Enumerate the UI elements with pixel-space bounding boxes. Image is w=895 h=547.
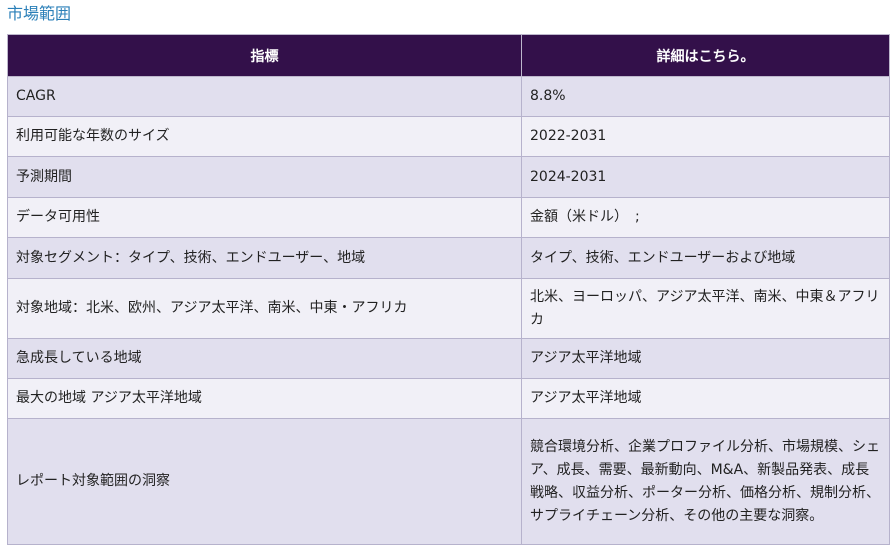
- detail-cell: 2024-2031: [521, 156, 890, 198]
- detail-cell: 競合環境分析、企業プロファイル分析、市場規模、シェア、成長、需要、最新動向、M&…: [521, 418, 890, 545]
- detail-cell: タイプ、技術、エンドユーザーおよび地域: [521, 237, 890, 279]
- detail-cell: 8.8%: [521, 76, 890, 117]
- table-row: 対象セグメント：タイプ、技術、エンドユーザー、地域 タイプ、技術、エンドユーザー…: [7, 237, 890, 279]
- detail-cell: 北米、ヨーロッパ、アジア太平洋、南米、中東＆アフリカ: [521, 278, 890, 339]
- metric-cell: 利用可能な年数のサイズ: [7, 116, 522, 157]
- table-row: データ可用性 金額（米ドル） ;: [7, 197, 890, 238]
- table-row: 最大の地域 アジア太平洋地域 アジア太平洋地域: [7, 378, 890, 419]
- section-title: 市場範囲: [7, 4, 72, 23]
- metric-cell: 対象セグメント：タイプ、技術、エンドユーザー、地域: [7, 237, 522, 279]
- detail-cell: 金額（米ドル） ;: [521, 197, 890, 238]
- metric-cell: データ可用性: [7, 197, 522, 238]
- header-detail: 詳細はこちら。: [521, 34, 890, 77]
- detail-cell: アジア太平洋地域: [521, 378, 890, 419]
- metric-cell: 対象地域：北米、欧州、アジア太平洋、南米、中東・アフリカ: [7, 278, 522, 339]
- table-header-row: 指標 詳細はこちら。: [7, 34, 890, 77]
- table-row: 対象地域：北米、欧州、アジア太平洋、南米、中東・アフリカ 北米、ヨーロッパ、アジ…: [7, 278, 890, 339]
- table-row: レポート対象範囲の洞察 競合環境分析、企業プロファイル分析、市場規模、シェア、成…: [7, 418, 890, 545]
- detail-cell: 2022-2031: [521, 116, 890, 157]
- header-metric: 指標: [7, 34, 522, 77]
- metric-cell: レポート対象範囲の洞察: [7, 418, 522, 545]
- metric-cell: 予測期間: [7, 156, 522, 198]
- metric-cell: 最大の地域 アジア太平洋地域: [7, 378, 522, 419]
- metric-cell: 急成長している地域: [7, 338, 522, 379]
- market-scope-table: 指標 詳細はこちら。 CAGR 8.8% 利用可能な年数のサイズ 2022-20…: [7, 34, 890, 545]
- detail-cell: アジア太平洋地域: [521, 338, 890, 379]
- table-row: CAGR 8.8%: [7, 76, 890, 117]
- table-row: 予測期間 2024-2031: [7, 156, 890, 198]
- table-row: 急成長している地域 アジア太平洋地域: [7, 338, 890, 379]
- table-row: 利用可能な年数のサイズ 2022-2031: [7, 116, 890, 157]
- metric-cell: CAGR: [7, 76, 522, 117]
